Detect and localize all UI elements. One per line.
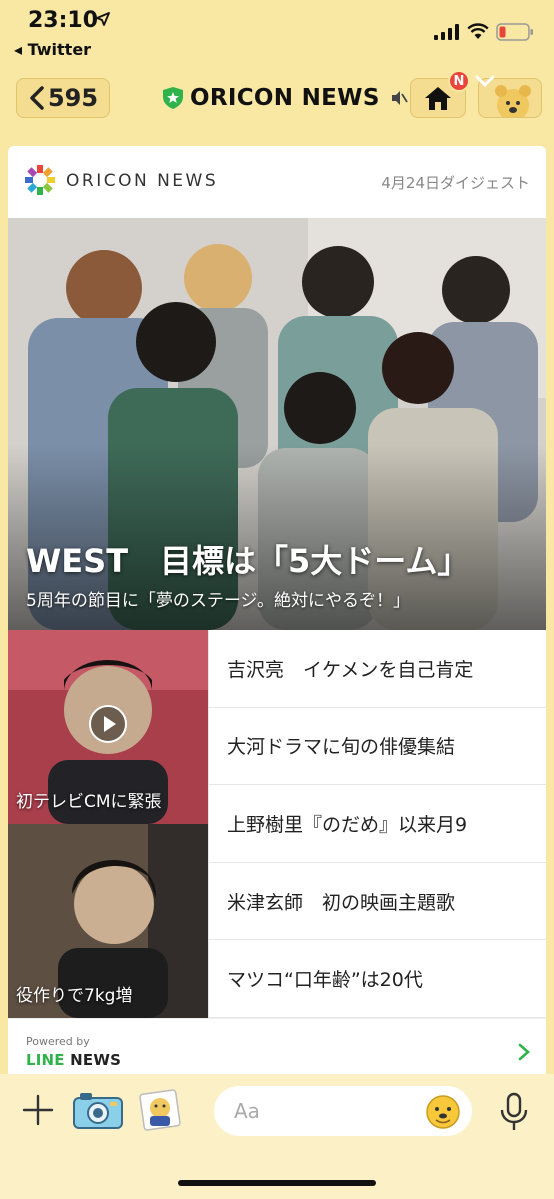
wifi-icon: [467, 23, 489, 39]
sticker-icon[interactable]: [138, 1088, 182, 1132]
powered-by-label: Powered by: [26, 1035, 90, 1048]
brand-name: ORICON NEWS: [66, 171, 219, 191]
news-headline-list: 吉沢亮 イケメンを自己肯定 大河ドラマに旬の俳優集結 上野樹里『のだめ』以来月9…: [208, 630, 546, 1018]
camera-icon[interactable]: [72, 1090, 124, 1130]
chat-header: 595 ORICON NEWS: [0, 66, 554, 130]
hero-subheadline: 5周年の節目に「夢のステージ。絶対にやるぞ！」: [26, 591, 410, 611]
chat-title: ORICON NEWS: [190, 85, 380, 111]
thumbnail-column: 初テレビCMに緊張 役作りで7kg増: [8, 630, 208, 1018]
hero-article[interactable]: WEST 目標は「5大ドーム」 5周年の節目に「夢のステージ。絶対にやるぞ！」: [8, 218, 546, 630]
home-icon: [425, 87, 451, 110]
muted-speaker-icon: [391, 91, 408, 105]
cellular-signal-icon: [434, 24, 459, 40]
notification-badge: N: [448, 70, 470, 92]
clock: 23:10: [28, 8, 99, 33]
thumbnail-caption: 役作りで7kg増: [16, 986, 133, 1006]
chat-title-area[interactable]: ORICON NEWS: [162, 82, 408, 114]
back-to-app-link[interactable]: ◂ Twitter: [14, 40, 91, 59]
powered-by-footer[interactable]: Powered by LINE NEWS: [8, 1018, 546, 1074]
thumbnail-caption: 初テレビCMに緊張: [16, 792, 162, 812]
line-news-logo: LINE NEWS: [26, 1051, 121, 1069]
location-arrow-icon: [96, 12, 110, 26]
news-headline-item[interactable]: 大河ドラマに旬の俳優集結: [209, 708, 546, 786]
unread-count: 595: [47, 84, 99, 112]
status-bar: 23:10 ◂ Twitter: [0, 0, 554, 66]
play-icon[interactable]: [88, 704, 128, 744]
news-headline-item[interactable]: マツコ“口年齢”は20代: [209, 940, 546, 1018]
hero-headline: WEST 目標は「5大ドーム」: [26, 542, 470, 580]
chevron-down-icon[interactable]: [474, 74, 496, 88]
digest-date-label: 4月24日ダイジェスト: [381, 174, 530, 192]
news-digest-card[interactable]: ORICON NEWS 4月24日ダイジェスト WEST 目標は「5大ドーム」 …: [8, 146, 546, 1074]
home-indicator[interactable]: [178, 1180, 376, 1186]
plus-icon[interactable]: [22, 1094, 54, 1126]
chevron-left-icon: [30, 86, 44, 110]
battery-low-icon: [496, 23, 533, 41]
news-headline-item[interactable]: 米津玄師 初の映画主題歌: [209, 863, 546, 941]
card-header: ORICON NEWS 4月24日ダイジェスト: [8, 146, 546, 218]
news-headline-item[interactable]: 吉沢亮 イケメンを自己肯定: [209, 630, 546, 708]
back-button[interactable]: 595: [16, 78, 110, 118]
chevron-right-icon[interactable]: [518, 1043, 530, 1061]
oricon-logo-icon: [25, 165, 55, 195]
thumbnail-image[interactable]: 役作りで7kg増: [8, 824, 208, 1018]
line-wordmark: LINE: [26, 1051, 65, 1069]
official-account-shield-icon: [163, 87, 183, 109]
message-input-bar: [0, 1074, 554, 1199]
thumbnail-video[interactable]: 初テレビCMに緊張: [8, 630, 208, 824]
microphone-icon[interactable]: [498, 1092, 530, 1132]
news-headline-item[interactable]: 上野樹里『のだめ』以来月9: [209, 785, 546, 863]
news-wordmark: NEWS: [64, 1051, 122, 1069]
emoji-pooh-icon[interactable]: [424, 1092, 462, 1130]
